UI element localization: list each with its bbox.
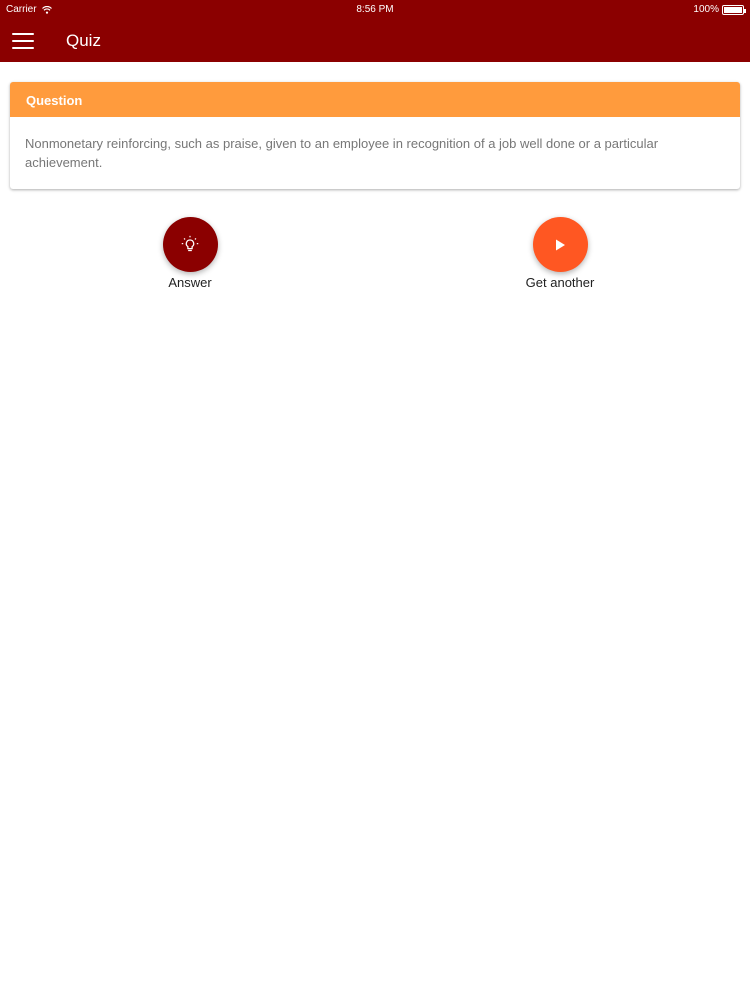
toolbar: Quiz [0, 20, 750, 62]
status-time: 8:56 PM [356, 4, 394, 15]
get-another-action: Get another [500, 217, 620, 290]
page-title: Quiz [66, 31, 101, 50]
get-another-button[interactable] [532, 217, 588, 272]
battery-percent: 100% [693, 4, 719, 15]
battery-icon [722, 4, 746, 15]
question-card: Question Nonmonetary reinforcing, such a… [10, 82, 740, 189]
question-card-header: Question [10, 82, 740, 117]
status-bar: Carrier 8:56 PM 100% [0, 0, 750, 20]
play-icon [556, 239, 565, 250]
answer-label: Answer [168, 275, 212, 290]
get-another-label: Get another [525, 275, 595, 290]
status-battery-group: 100% [693, 4, 746, 15]
answer-button[interactable] [162, 217, 218, 272]
app-bar: Carrier 8:56 PM 100% Quiz [0, 0, 750, 62]
hamburger-menu-icon[interactable] [12, 28, 38, 54]
question-text: Nonmonetary reinforcing, such as praise,… [25, 136, 659, 170]
lightbulb-icon [181, 235, 199, 251]
answer-action: Answer [130, 217, 250, 290]
